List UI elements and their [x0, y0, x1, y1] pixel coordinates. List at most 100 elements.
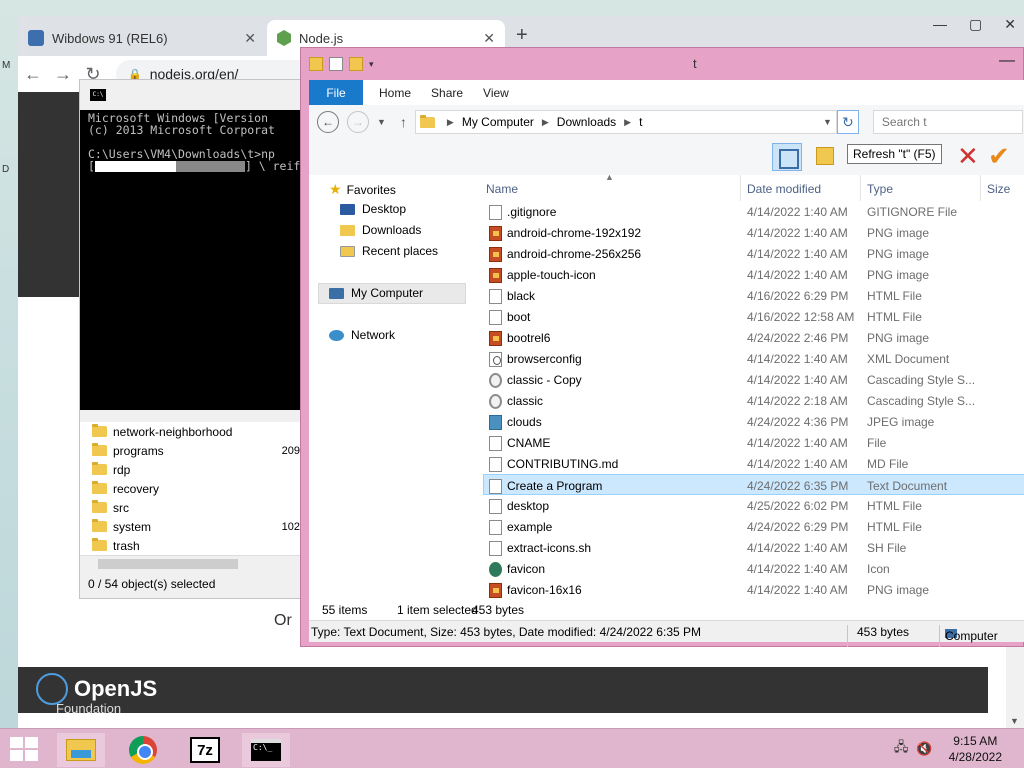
- view-pane-icon[interactable]: [772, 143, 802, 171]
- table-row[interactable]: CONTRIBUTING.md 4/14/2022 1:40 AM MD File: [479, 453, 1024, 474]
- file-date: 4/14/2022 1:40 AM: [747, 373, 848, 387]
- table-row[interactable]: classic - Copy 4/14/2022 1:40 AM Cascading…: [479, 369, 1024, 390]
- new-tab-button[interactable]: +: [516, 24, 528, 47]
- minimize-button[interactable]: —: [933, 16, 947, 33]
- nav-item-favorites[interactable]: ★ Favorites: [329, 181, 396, 198]
- table-row[interactable]: android-chrome-256x256 4/14/2022 1:40 AM P…: [479, 243, 1024, 264]
- scroll-down-icon[interactable]: ▼: [1010, 716, 1019, 726]
- file-type: File: [867, 436, 887, 450]
- table-row[interactable]: classic 4/14/2022 2:18 AM Cascading Style …: [479, 390, 1024, 411]
- table-row[interactable]: example 4/24/2022 6:29 PM HTML File: [479, 516, 1024, 537]
- table-row[interactable]: favicon-16x16 4/14/2022 1:40 AM PNG image: [479, 579, 1024, 600]
- file-name: browserconfig: [507, 352, 582, 366]
- file-type: Cascading Style S...: [867, 373, 976, 387]
- explorer-window: ▾ t — File Home Share View ← → ▼ ↑ ▶ My …: [300, 47, 1024, 647]
- tab-view[interactable]: View: [483, 86, 509, 100]
- jpg-file-icon: [489, 415, 502, 430]
- column-size[interactable]: Size: [987, 182, 1010, 196]
- nav-item-network[interactable]: Network: [329, 328, 395, 342]
- chevron-down-icon[interactable]: ▼: [823, 117, 832, 127]
- list-item[interactable]: system 102: [80, 517, 300, 536]
- maximize-button[interactable]: ▢: [969, 16, 982, 33]
- breadcrumb-item[interactable]: t: [639, 115, 642, 129]
- column-name[interactable]: Name: [486, 182, 518, 196]
- tab-share[interactable]: Share: [431, 86, 463, 100]
- nav-item-downloads[interactable]: Downloads: [340, 223, 421, 237]
- nav-item-desktop[interactable]: Desktop: [340, 202, 406, 216]
- forward-button[interactable]: →: [48, 64, 78, 85]
- table-row[interactable]: apple-touch-icon 4/14/2022 1:40 AM PNG ima…: [479, 264, 1024, 285]
- taskbar-7zip[interactable]: 7z: [181, 733, 229, 767]
- column-divider[interactable]: [980, 175, 981, 201]
- customize-qat-icon[interactable]: ▾: [369, 59, 374, 70]
- list-item[interactable]: rdp: [80, 460, 300, 479]
- table-row[interactable]: black 4/16/2022 6:29 PM HTML File: [479, 285, 1024, 306]
- table-row[interactable]: favicon 4/14/2022 1:40 AM Icon: [479, 558, 1024, 579]
- breadcrumb[interactable]: ▶ My Computer ▶ Downloads ▶ t ▼: [414, 110, 837, 134]
- column-type[interactable]: Type: [867, 182, 893, 196]
- scrollbar-thumb[interactable]: [98, 559, 238, 569]
- table-row[interactable]: CNAME 4/14/2022 1:40 AM File: [479, 432, 1024, 453]
- folder-icon: [419, 114, 435, 128]
- cmd-titlebar[interactable]: C:\: [80, 80, 300, 110]
- breadcrumb-item[interactable]: Downloads: [557, 115, 616, 129]
- table-row[interactable]: extract-icons.sh 4/14/2022 1:40 AM SH File: [479, 537, 1024, 558]
- minimize-button[interactable]: —: [999, 52, 1015, 70]
- list-item[interactable]: trash: [80, 536, 300, 555]
- table-row[interactable]: .gitignore 4/14/2022 1:40 AM GITIGNORE Fil…: [479, 201, 1024, 222]
- file-type: SH File: [867, 541, 907, 555]
- column-divider[interactable]: [740, 175, 741, 201]
- recent-locations-icon[interactable]: ▼: [377, 117, 386, 127]
- browser-tab-wibdows[interactable]: Wibdows 91 (REL6) ✕: [18, 20, 266, 56]
- new-folder-icon[interactable]: [349, 57, 363, 71]
- up-button[interactable]: ↑: [400, 114, 407, 130]
- table-row[interactable]: boot 4/16/2022 12:58 AM HTML File: [479, 306, 1024, 327]
- taskbar-cmd[interactable]: C:\_: [242, 733, 290, 767]
- taskbar-chrome[interactable]: [119, 733, 167, 767]
- folder-options-icon[interactable]: [816, 147, 834, 165]
- folder-icon: [92, 462, 107, 475]
- list-item[interactable]: recovery: [80, 479, 300, 498]
- delete-icon[interactable]: ✕: [957, 141, 979, 172]
- table-row[interactable]: bootrel6 4/24/2022 2:46 PM PNG image: [479, 327, 1024, 348]
- desktop-icon: [340, 203, 355, 215]
- search-input[interactable]: Search t: [872, 110, 1023, 134]
- nav-item-my-computer[interactable]: My Computer: [329, 286, 423, 300]
- back-button[interactable]: ←: [317, 111, 339, 133]
- close-button[interactable]: ✕: [1004, 16, 1016, 33]
- close-tab-icon[interactable]: ✕: [244, 30, 256, 47]
- horizontal-scrollbar[interactable]: [80, 555, 300, 572]
- back-button[interactable]: ←: [18, 64, 48, 85]
- column-date[interactable]: Date modified: [747, 182, 821, 196]
- list-item[interactable]: programs 209: [80, 441, 300, 460]
- folder-icon: [92, 519, 107, 532]
- table-row[interactable]: Create a Program 4/24/2022 6:35 PM Text Do…: [483, 474, 1024, 495]
- explorer-titlebar[interactable]: ▾ t —: [301, 48, 1023, 80]
- start-button[interactable]: [10, 737, 38, 761]
- taskbar-explorer[interactable]: [57, 733, 105, 767]
- breadcrumb-item[interactable]: My Computer: [462, 115, 534, 129]
- table-row[interactable]: browserconfig 4/14/2022 1:40 AM XML Docume…: [479, 348, 1024, 369]
- checkmark-icon[interactable]: ✔: [988, 141, 1010, 172]
- tab-home[interactable]: Home: [379, 86, 411, 100]
- column-divider[interactable]: [860, 175, 861, 201]
- volume-muted-icon[interactable]: 🔇: [916, 741, 932, 757]
- refresh-button[interactable]: ↻: [836, 110, 859, 134]
- table-row[interactable]: clouds 4/24/2022 4:36 PM JPEG image: [479, 411, 1024, 432]
- png-file-icon: [489, 583, 502, 598]
- close-tab-icon[interactable]: ✕: [483, 30, 495, 47]
- command-prompt-window[interactable]: C:\ Microsoft Windows [Version (c) 2013 M…: [80, 80, 300, 410]
- list-item[interactable]: network-neighborhood: [80, 422, 300, 441]
- nav-item-recent-places[interactable]: Recent places: [340, 244, 438, 258]
- file-date: 4/14/2022 1:40 AM: [747, 247, 848, 261]
- list-item[interactable]: src: [80, 498, 300, 517]
- tab-file[interactable]: File: [309, 80, 363, 105]
- search-placeholder: Search t: [881, 115, 927, 129]
- ribbon-tabs: File Home Share View: [309, 80, 1024, 105]
- table-row[interactable]: android-chrome-192x192 4/14/2022 1:40 AM P…: [479, 222, 1024, 243]
- clock[interactable]: 9:15 AM 4/28/2022: [949, 733, 1002, 765]
- network-icon[interactable]: 🖧: [894, 738, 909, 760]
- forward-button[interactable]: →: [347, 111, 369, 133]
- table-row[interactable]: desktop 4/25/2022 6:02 PM HTML File: [479, 495, 1024, 516]
- properties-icon[interactable]: [329, 57, 343, 71]
